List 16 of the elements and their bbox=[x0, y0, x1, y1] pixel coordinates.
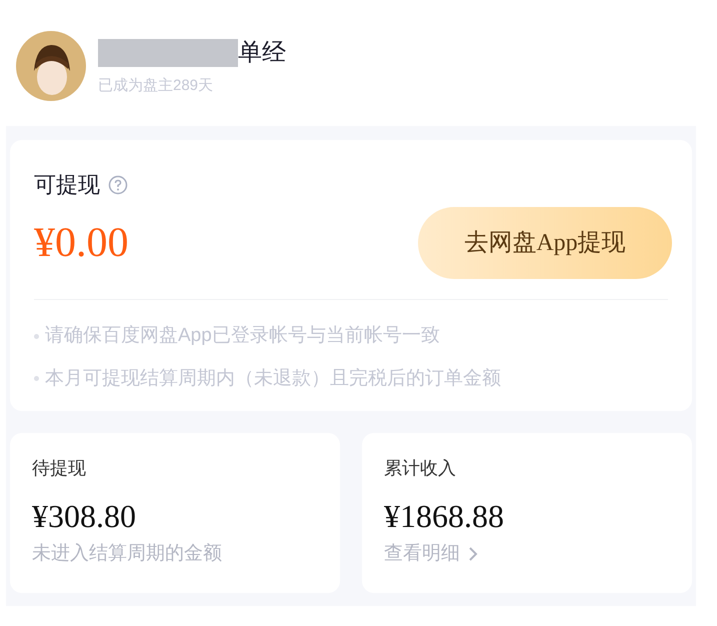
withdraw-button[interactable]: 去网盘App提现 bbox=[418, 207, 672, 279]
user-name: 单经 bbox=[238, 38, 286, 68]
withdrawable-title: 可提现 bbox=[34, 171, 100, 199]
stat-title: 待提现 bbox=[32, 457, 87, 480]
owner-duration: 已成为盘主289天 bbox=[98, 76, 214, 96]
stat-amount: ¥1868.88 bbox=[384, 497, 505, 536]
note-text: 请确保百度网盘App已登录帐号与当前帐号一致 bbox=[45, 324, 440, 348]
stat-caption: 未进入结算周期的金额 bbox=[32, 542, 223, 566]
withdrawable-amount: ¥0.00 bbox=[34, 218, 128, 268]
bullet-icon bbox=[34, 376, 39, 382]
stat-amount: ¥308.80 bbox=[32, 497, 137, 536]
chevron-right-icon bbox=[468, 546, 478, 562]
bullet-icon bbox=[34, 334, 39, 339]
stat-title: 累计收入 bbox=[384, 457, 457, 480]
note-text: 本月可提现结算周期内（未退款）且完税后的订单金额 bbox=[45, 366, 501, 390]
help-icon[interactable] bbox=[108, 174, 128, 194]
